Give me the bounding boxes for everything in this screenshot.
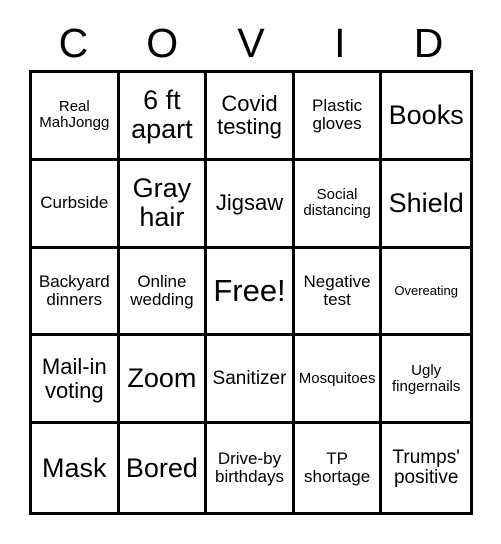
bingo-cell-label: Social distancing (303, 186, 371, 220)
bingo-cell-label: Plastic gloves (312, 96, 363, 134)
bingo-header-letter-4: D (413, 20, 444, 66)
bingo-cell[interactable]: Zoom (119, 336, 208, 425)
bingo-cell-label: Backyard dinners (38, 271, 110, 309)
bingo-cell[interactable]: Jigsaw (207, 160, 295, 249)
bingo-cell-label: Shield (388, 187, 464, 218)
bingo-cell[interactable]: Covid testing (207, 73, 295, 161)
bingo-cell[interactable]: Shield (382, 160, 470, 249)
bingo-cell-label: Covid testing (217, 90, 282, 140)
bingo-cell-label: Online wedding (130, 271, 194, 309)
bingo-cell-label: Gray hair (132, 173, 192, 233)
bingo-cell[interactable]: Backyard dinners (32, 248, 120, 337)
bingo-cell-label: Ugly fingernails (392, 361, 461, 395)
bingo-cell-label: Zoom (127, 363, 197, 394)
bingo-header-letter-2: V (237, 20, 265, 66)
bingo-header-letter-3: I (334, 20, 346, 66)
bingo-cell[interactable]: Mail-in voting (32, 336, 120, 425)
bingo-cell-label: Bored (125, 452, 198, 483)
bingo-cell-label: TP shortage (304, 448, 371, 487)
bingo-cell[interactable]: Sanitizer (207, 336, 295, 425)
bingo-cell-label: Mask (42, 452, 107, 483)
bingo-cell[interactable]: Ugly fingernails (382, 336, 470, 425)
bingo-cell[interactable]: Trumps' positive (382, 424, 470, 512)
bingo-cell[interactable]: 6 ft apart (119, 73, 208, 161)
bingo-cell-label: Mail-in voting (41, 354, 107, 403)
bingo-cell-label: Curbside (40, 193, 109, 213)
bingo-header-letter-0: C (58, 20, 89, 66)
bingo-cell[interactable]: Social distancing (294, 160, 383, 249)
bingo-header: COVID (29, 17, 473, 70)
bingo-cell-label: Trumps' positive (392, 446, 460, 489)
bingo-cell[interactable]: Curbside (32, 160, 120, 249)
bingo-cell[interactable]: Real MahJongg (32, 73, 120, 161)
bingo-header-letter-1: O (146, 20, 179, 66)
bingo-cell[interactable]: Plastic gloves (294, 73, 383, 161)
bingo-cell[interactable]: Negative test (294, 248, 383, 337)
bingo-cell-label: 6 ft apart (131, 85, 193, 145)
bingo-cell[interactable]: Bored (119, 424, 208, 512)
bingo-cell-label: Sanitizer (212, 367, 287, 389)
bingo-cell-label: Free! (213, 273, 286, 309)
bingo-cell-label: Negative test (303, 271, 371, 309)
bingo-cell[interactable]: Books (382, 73, 470, 161)
bingo-cell[interactable]: Overeating (382, 248, 470, 337)
bingo-cell[interactable]: Mosquitoes (294, 336, 383, 425)
bingo-cell[interactable]: Online wedding (119, 248, 208, 337)
bingo-cell[interactable]: Free! (207, 248, 295, 337)
bingo-cell[interactable]: Mask (32, 424, 120, 512)
bingo-card: C O V I D Real MahJongg 6 ft apart Covid testi… (0, 0, 501, 544)
bingo-cell[interactable]: TP shortage (294, 424, 383, 512)
bingo-grid: Real MahJongg 6 ft apart Covid testing Plas… (29, 70, 473, 515)
bingo-cell-label: Jigsaw (215, 190, 284, 216)
bingo-cell-label: Books (388, 99, 464, 130)
bingo-cell-label: Overeating (394, 282, 458, 298)
bingo-cell-label: Drive-by birthdays (215, 448, 284, 487)
bingo-cell[interactable]: Drive-by birthdays (207, 424, 295, 512)
bingo-cell-label: Real MahJongg (39, 98, 110, 132)
bingo-cell-label: Mosquitoes (298, 369, 376, 387)
bingo-cell[interactable]: Gray hair (119, 160, 208, 249)
